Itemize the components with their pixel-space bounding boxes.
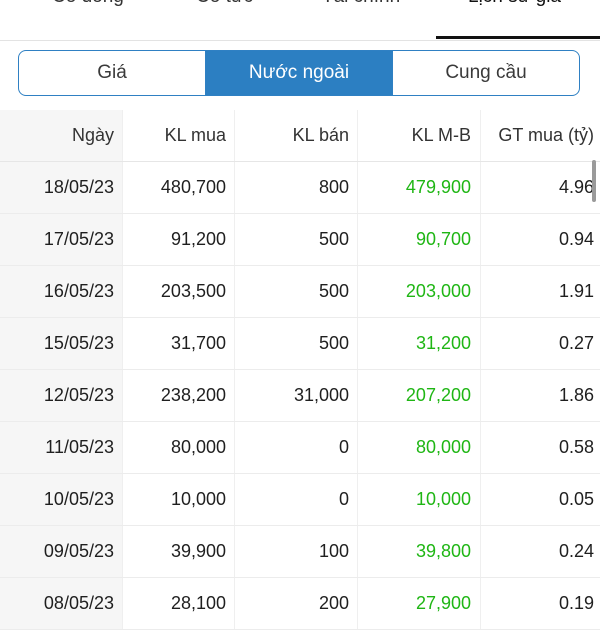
header-net-volume: KL M-B: [358, 110, 481, 161]
cell-buy-volume: 91,200: [123, 214, 235, 265]
cell-net-volume: 80,000: [358, 422, 481, 473]
cell-buy-value: 0.94: [558, 229, 594, 249]
header-date: Ngày: [0, 110, 123, 161]
cell-net-volume: 203,000: [358, 266, 481, 317]
vertical-scrollbar[interactable]: [592, 160, 596, 202]
cell-sell-volume: 500: [235, 266, 358, 317]
cell-net-volume: 90,700: [358, 214, 481, 265]
active-tab-indicator: [436, 36, 600, 39]
cell-sell-volume: 800: [235, 162, 358, 213]
cell-sell-volume: 200: [235, 578, 358, 629]
cell-buy-volume: 10,000: [123, 474, 235, 525]
tab-price-history[interactable]: Lịch sử giá: [468, 0, 561, 8]
header-buy-volume: KL mua: [123, 110, 235, 161]
cell-sell-volume: 31,000: [235, 370, 358, 421]
cell-net-volume: 479,900: [358, 162, 481, 213]
table-row: 10/05/23 10,000 0 10,000 0.05: [0, 474, 600, 526]
cell-date: 10/05/23: [0, 474, 123, 525]
segmented-control: Giá Nước ngoài Cung cầu: [18, 50, 580, 96]
cell-buy-value: 0.24: [558, 541, 594, 561]
cell-buy-value: 0.19: [558, 593, 594, 613]
top-tab-bar: Cổ đông Cổ tức Tài chính Lịch sử giá: [0, 0, 600, 41]
cell-buy-volume: 238,200: [123, 370, 235, 421]
cell-buy-volume: 80,000: [123, 422, 235, 473]
cell-sell-volume: 0: [235, 474, 358, 525]
header-sell-volume: KL bán: [235, 110, 358, 161]
segment-price[interactable]: Giá: [19, 51, 205, 95]
cell-buy-value: 4.96: [558, 177, 594, 197]
tab-financials[interactable]: Tài chính: [322, 0, 400, 8]
segment-foreign[interactable]: Nước ngoài: [205, 51, 392, 95]
cell-date: 17/05/23: [0, 214, 123, 265]
cell-date: 11/05/23: [0, 422, 123, 473]
table-row: 09/05/23 39,900 100 39,800 0.24: [0, 526, 600, 578]
header-buy-value: GT mua (tỷ): [498, 125, 594, 145]
cell-date: 18/05/23: [0, 162, 123, 213]
cell-date: 12/05/23: [0, 370, 123, 421]
cell-date: 09/05/23: [0, 526, 123, 577]
cell-date: 08/05/23: [0, 578, 123, 629]
table-row: 16/05/23 203,500 500 203,000 1.91: [0, 266, 600, 318]
cell-sell-volume: 0: [235, 422, 358, 473]
segment-supply-demand[interactable]: Cung cầu: [392, 51, 579, 95]
cell-net-volume: 27,900: [358, 578, 481, 629]
tab-shareholders[interactable]: Cổ đông: [52, 0, 124, 8]
table-header: Ngày KL mua KL bán KL M-B GT mua (tỷ): [0, 110, 600, 162]
cell-sell-volume: 500: [235, 318, 358, 369]
table-row: 15/05/23 31,700 500 31,200 0.27: [0, 318, 600, 370]
table-row: 18/05/23 480,700 800 479,900 4.96: [0, 162, 600, 214]
cell-buy-volume: 480,700: [123, 162, 235, 213]
cell-buy-value: 1.91: [558, 281, 594, 301]
cell-date: 15/05/23: [0, 318, 123, 369]
tab-dividends[interactable]: Cổ tức: [196, 0, 253, 8]
cell-net-volume: 10,000: [358, 474, 481, 525]
cell-buy-value: 1.86: [558, 385, 594, 405]
cell-buy-value: 0.58: [558, 437, 594, 457]
foreign-trading-table: Ngày KL mua KL bán KL M-B GT mua (tỷ) 18…: [0, 110, 600, 630]
table-row: 11/05/23 80,000 0 80,000 0.58: [0, 422, 600, 474]
cell-buy-volume: 31,700: [123, 318, 235, 369]
cell-sell-volume: 500: [235, 214, 358, 265]
cell-buy-value: 0.27: [558, 333, 594, 353]
cell-buy-volume: 39,900: [123, 526, 235, 577]
cell-buy-volume: 203,500: [123, 266, 235, 317]
table-row: 17/05/23 91,200 500 90,700 0.94: [0, 214, 600, 266]
cell-date: 16/05/23: [0, 266, 123, 317]
cell-buy-volume: 28,100: [123, 578, 235, 629]
cell-net-volume: 39,800: [358, 526, 481, 577]
table-row: 12/05/23 238,200 31,000 207,200 1.86: [0, 370, 600, 422]
cell-net-volume: 31,200: [358, 318, 481, 369]
cell-buy-value: 0.05: [558, 489, 594, 509]
cell-net-volume: 207,200: [358, 370, 481, 421]
cell-sell-volume: 100: [235, 526, 358, 577]
table-row: 08/05/23 28,100 200 27,900 0.19: [0, 578, 600, 630]
